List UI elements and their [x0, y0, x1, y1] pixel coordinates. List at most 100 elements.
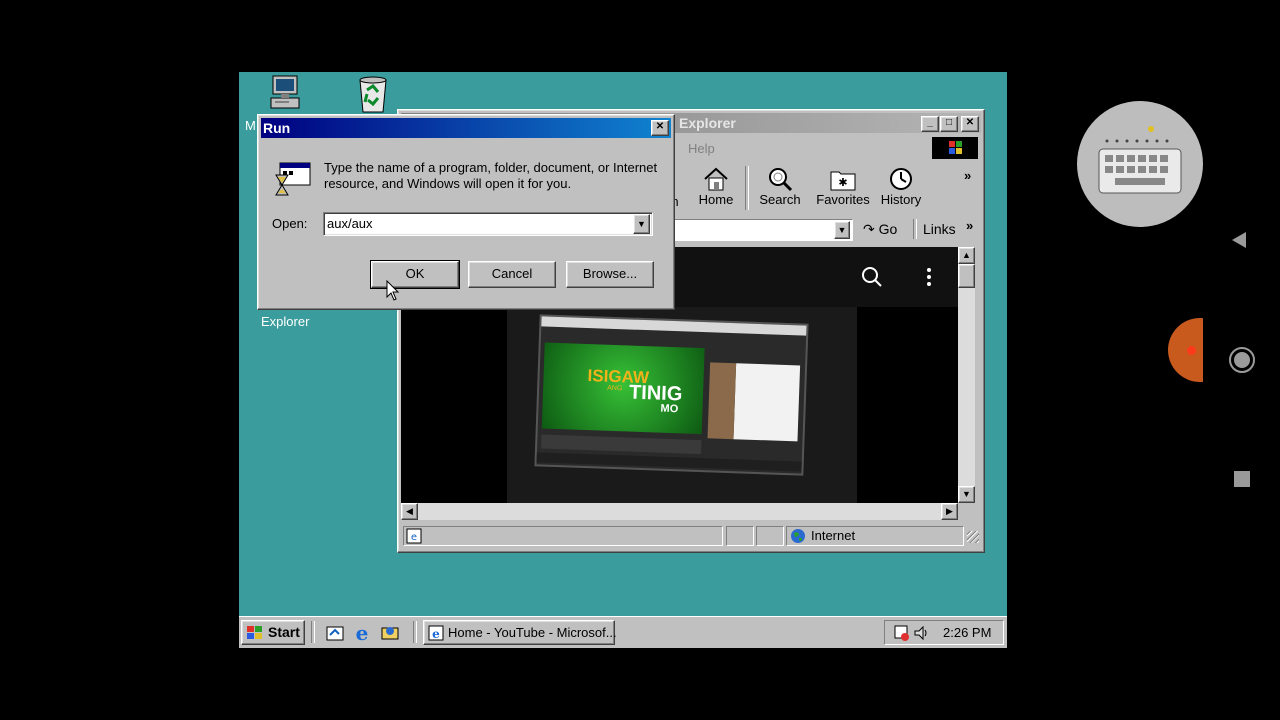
history-icon — [890, 168, 912, 190]
scheduler-icon[interactable] — [893, 624, 911, 642]
address-input[interactable] — [666, 219, 853, 241]
browse-button[interactable]: Browse... — [566, 261, 654, 288]
video-title-small2: MO — [660, 402, 679, 416]
status-main-panel: e — [403, 526, 723, 546]
run-titlebar[interactable]: Run ✕ — [261, 118, 671, 138]
taskbar-task-ie[interactable]: e Home - YouTube - Microsof... — [423, 620, 617, 645]
links-chevron[interactable]: » — [966, 218, 973, 233]
desktop-icon-label: M — [245, 118, 256, 133]
android-back-icon[interactable] — [1230, 230, 1250, 250]
toolbar-more-chevron[interactable]: » — [964, 168, 971, 183]
video-white-panel — [733, 363, 801, 442]
minimize-button[interactable]: _ — [921, 116, 939, 132]
go-button[interactable]: ↷ Go — [863, 221, 897, 238]
keyboard-icon — [1098, 126, 1182, 194]
minimize-icon: _ — [927, 117, 933, 128]
open-label: Open: — [272, 216, 308, 231]
video-frame-taskbar — [536, 452, 802, 472]
ok-button[interactable]: OK — [370, 260, 460, 289]
ie-vertical-scrollbar[interactable]: ▲ ▼ — [958, 247, 975, 503]
resize-grip[interactable] — [967, 531, 979, 543]
android-home-icon[interactable] — [1228, 346, 1256, 374]
scroll-thumb[interactable] — [958, 264, 975, 288]
toolbar-search-button[interactable]: Search — [754, 164, 806, 212]
ie-status-bar: e Internet — [401, 523, 981, 547]
run-dialog-title: Run — [263, 120, 291, 136]
maximize-button[interactable]: □ — [940, 116, 958, 132]
globe-icon — [791, 529, 805, 543]
ok-label: OK — [405, 266, 425, 281]
tasks-separator — [413, 621, 417, 643]
start-button[interactable]: Start — [241, 620, 305, 645]
toolbar-home-button[interactable]: Home — [690, 164, 742, 212]
recycle-bin-icon — [359, 76, 387, 113]
ie-window-title: Explorer — [679, 115, 736, 131]
links-button[interactable]: Links — [923, 221, 956, 237]
more-vert-icon[interactable] — [925, 265, 933, 289]
record-bubble — [1168, 318, 1203, 382]
scroll-left-button[interactable]: ◀ — [401, 503, 418, 520]
start-label: Start — [268, 624, 300, 640]
toolbar-history-button[interactable]: History — [875, 164, 927, 212]
virtual-keyboard-button[interactable] — [1077, 101, 1203, 227]
cancel-label: Cancel — [491, 266, 533, 281]
toolbar-favorites-button[interactable]: ✱ Favorites — [812, 164, 874, 212]
taskbar: Start e e Home - YouTube - Microsof... 2… — [239, 616, 1007, 648]
arrow-down-icon: ▼ — [962, 489, 971, 499]
svg-text:✱: ✱ — [838, 176, 847, 189]
ie-throbber — [932, 137, 978, 159]
address-dropdown-button[interactable]: ▼ — [834, 221, 850, 239]
arrow-left-icon: ◀ — [406, 506, 413, 516]
svg-text:e: e — [432, 627, 440, 641]
chevron-down-icon: ▼ — [637, 219, 646, 229]
scroll-up-button[interactable]: ▲ — [958, 247, 975, 264]
desktop-icon-recycle-bin[interactable] — [343, 74, 403, 114]
video-thumbnail[interactable]: ISIGAW ANG TINIG MO — [507, 307, 857, 503]
floating-record-button[interactable] — [1168, 318, 1203, 382]
favorites-icon: ✱ — [830, 171, 856, 191]
status-panel-3 — [756, 526, 784, 546]
show-desktop-icon[interactable] — [325, 623, 345, 643]
outlook-express-icon[interactable] — [380, 623, 400, 643]
arrow-right-icon: ▶ — [946, 506, 953, 516]
toolbar-separator — [745, 166, 749, 210]
ie-horizontal-scrollbar[interactable]: ◀ ▶ — [401, 503, 958, 520]
desktop-icon-my-computer[interactable] — [255, 74, 315, 112]
go-arrow-icon: ↷ — [863, 221, 875, 237]
toolbar-search-label: Search — [759, 192, 801, 207]
browse-label: Browse... — [582, 266, 638, 281]
arrow-up-icon: ▲ — [962, 250, 971, 260]
menu-help[interactable]: Help — [688, 141, 715, 156]
video-green-card: ISIGAW ANG TINIG MO — [541, 342, 705, 435]
go-label: Go — [878, 221, 898, 237]
close-button[interactable]: ✕ — [961, 116, 979, 132]
scroll-right-button[interactable]: ▶ — [941, 503, 958, 520]
open-combobox[interactable]: aux/aux ▼ — [323, 212, 653, 236]
video-title-small: ANG — [607, 384, 623, 393]
scroll-down-button[interactable]: ▼ — [958, 486, 975, 503]
ie-label-line2: Explorer — [261, 314, 310, 329]
run-program-icon — [275, 162, 311, 196]
close-icon: ✕ — [655, 121, 665, 132]
status-zone-panel: Internet — [786, 526, 964, 546]
open-dropdown-button[interactable]: ▼ — [633, 214, 650, 234]
open-input-value[interactable]: aux/aux — [327, 216, 373, 231]
toolbar-favorites-label: Favorites — [816, 192, 870, 207]
clock[interactable]: 2:26 PM — [943, 625, 991, 640]
search-icon — [769, 168, 793, 192]
video-frame-monitor: ISIGAW ANG TINIG MO — [534, 314, 809, 476]
page-status-icon: e — [406, 528, 422, 544]
toolbar-home-label: Home — [698, 192, 734, 207]
run-close-button[interactable]: ✕ — [651, 120, 669, 136]
youtube-search-icon[interactable] — [860, 265, 884, 289]
video-frame-browserbar — [541, 316, 807, 336]
cancel-button[interactable]: Cancel — [468, 261, 556, 288]
android-recents-icon[interactable] — [1233, 470, 1251, 488]
video-side-thumbs — [707, 362, 737, 440]
record-dot-icon — [1187, 346, 1196, 355]
internet-explorer-icon[interactable]: e — [352, 623, 372, 643]
taskbar-task-label: Home - YouTube - Microsof... — [448, 625, 617, 640]
ie-task-icon: e — [428, 625, 444, 641]
volume-icon[interactable] — [913, 624, 931, 642]
toolbar-history-label: History — [880, 192, 922, 207]
